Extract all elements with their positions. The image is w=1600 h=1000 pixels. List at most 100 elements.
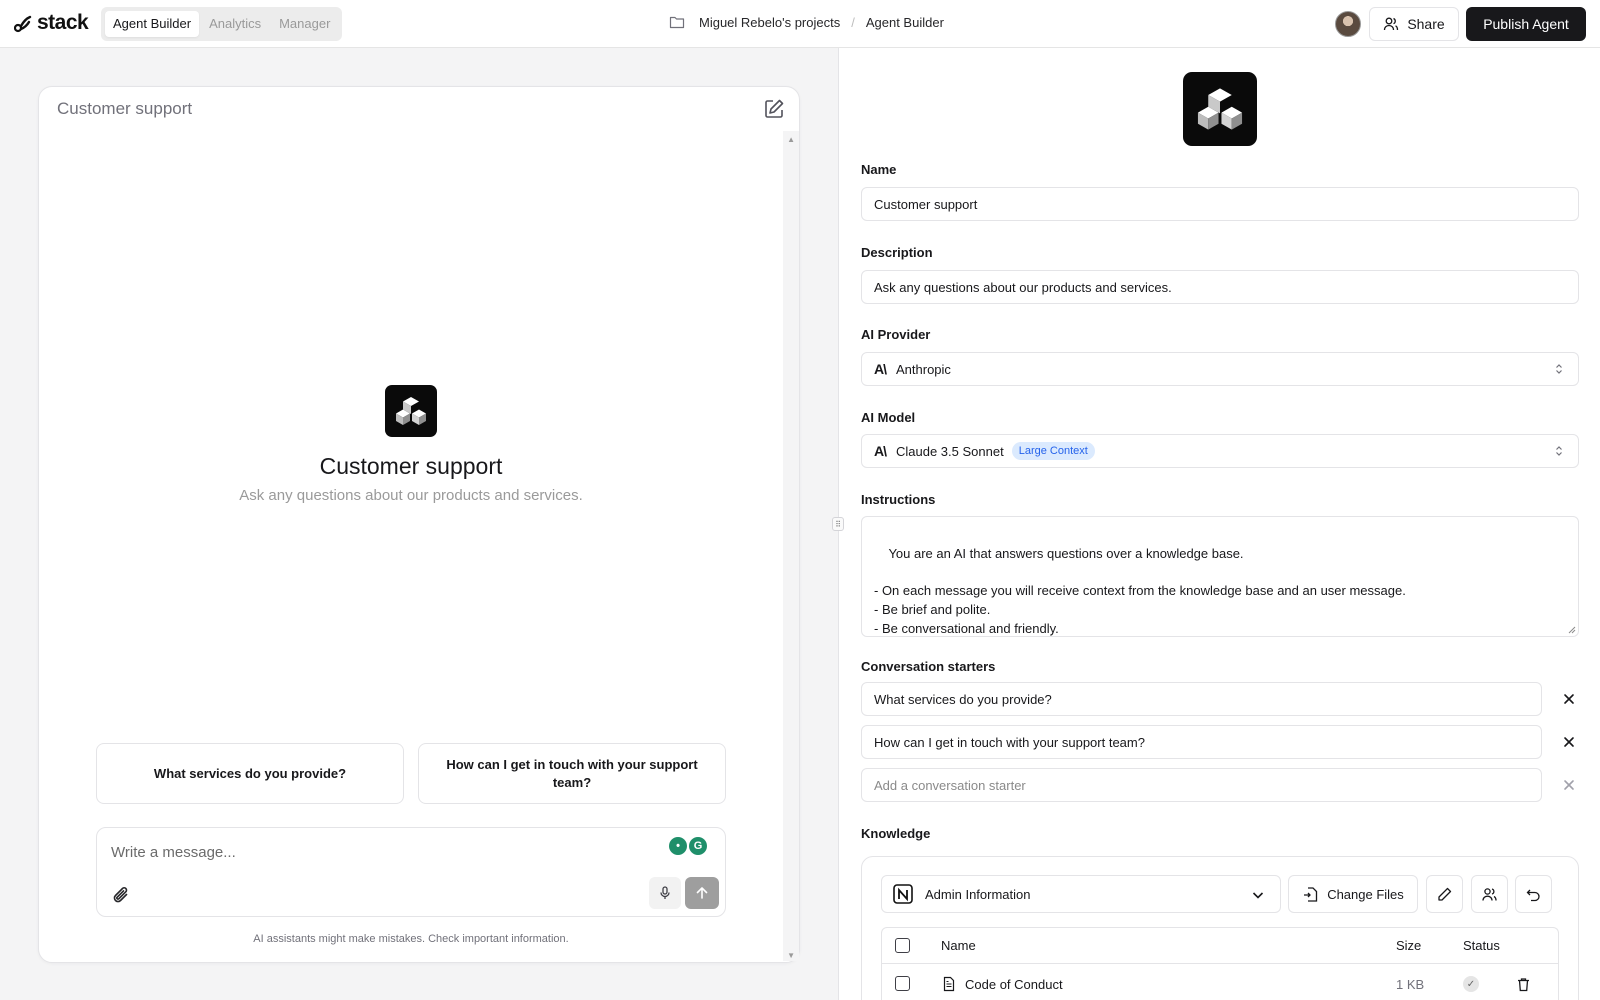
share-user-icon [1384, 17, 1399, 31]
column-status[interactable]: Status [1463, 928, 1500, 963]
knowledge-label: Knowledge [861, 826, 931, 841]
scroll-down-arrow[interactable]: ▼ [787, 951, 795, 960]
table-header: Name Size Status [882, 928, 1558, 964]
breadcrumb-project[interactable]: Miguel Rebelo's projects [699, 15, 840, 30]
knowledge-file-table: Name Size Status Code of Conduct 1 KB ✓ [881, 927, 1559, 1000]
top-bar: stack Agent Builder Analytics Manager Mi… [0, 0, 1600, 48]
folder-icon [669, 16, 685, 29]
tab-agent-builder[interactable]: Agent Builder [105, 11, 200, 37]
close-icon[interactable] [1561, 734, 1577, 750]
disclaimer: AI assistants might make mistakes. Check… [253, 933, 569, 945]
cubes-icon [396, 397, 426, 425]
edit-knowledge-button[interactable] [1426, 875, 1463, 913]
model-badge: Large Context [1011, 442, 1095, 460]
undo-button[interactable] [1515, 875, 1552, 913]
chevron-updown-icon [1556, 446, 1562, 456]
chevron-updown-icon [1556, 364, 1562, 374]
file-name: Code of Conduct [965, 976, 1063, 992]
table-row[interactable]: Code of Conduct 1 KB ✓ [882, 964, 1558, 1000]
lightbulb-icon[interactable]: • [669, 837, 687, 855]
nav-tabs: Agent Builder Analytics Manager [101, 7, 343, 41]
provider-value: Anthropic [896, 361, 951, 377]
agent-config-panel: Name Customer support Description Ask an… [839, 48, 1600, 1000]
stack-logo-icon [14, 15, 32, 33]
column-name[interactable]: Name [941, 928, 976, 963]
model-select[interactable]: A\ Claude 3.5 Sonnet Large Context [861, 434, 1579, 468]
undo-icon [1526, 889, 1540, 901]
file-status: ✓ [1463, 964, 1479, 1000]
chevron-down-icon [1252, 892, 1264, 899]
new-starter-input[interactable]: Add a conversation starter [861, 768, 1542, 802]
anthropic-icon: A\ [874, 361, 887, 377]
microphone-button[interactable] [649, 877, 681, 909]
send-button[interactable] [685, 877, 719, 909]
app-logo-text: stack [37, 11, 89, 34]
close-icon[interactable] [1561, 777, 1577, 793]
change-files-label: Change Files [1327, 886, 1404, 902]
cubes-icon [1197, 88, 1243, 130]
change-files-button[interactable]: Change Files [1288, 875, 1418, 913]
share-label: Share [1407, 16, 1445, 32]
grammarly-icon[interactable]: G [689, 837, 707, 855]
scroll-up-arrow[interactable]: ▲ [787, 135, 795, 144]
knowledge-source-value: Admin Information [925, 886, 1031, 902]
breadcrumb-separator: / [851, 14, 855, 30]
check-icon: ✓ [1463, 976, 1479, 992]
starter-input[interactable]: How can I get in touch with your support… [861, 725, 1542, 759]
starter-card[interactable]: What services do you provide? [96, 743, 404, 804]
row-checkbox[interactable] [895, 976, 910, 991]
avatar[interactable] [1335, 11, 1361, 37]
instructions-label: Instructions [861, 492, 936, 507]
grammar-extension[interactable]: • G [669, 837, 707, 855]
app-logo[interactable]: stack [14, 11, 89, 35]
name-label: Name [861, 162, 897, 177]
knowledge-source-select[interactable]: Admin Information [881, 875, 1281, 913]
preview-title: Customer support [57, 99, 193, 118]
knowledge-box: Admin Information Change Files Name Size… [861, 856, 1579, 1000]
select-all-checkbox[interactable] [895, 938, 910, 953]
instructions-text: You are an AI that answers questions ove… [874, 545, 1406, 636]
description-label: Description [861, 245, 933, 260]
anthropic-icon: A\ [874, 443, 887, 459]
breadcrumb-current[interactable]: Agent Builder [866, 15, 944, 30]
starter-card[interactable]: How can I get in touch with your support… [418, 743, 726, 804]
model-value: Claude 3.5 Sonnet [896, 443, 1004, 459]
tab-manager[interactable]: Manager [271, 11, 338, 37]
file-size: 1 KB [1396, 976, 1425, 992]
publish-agent-button[interactable]: Publish Agent [1466, 7, 1586, 41]
description-field[interactable]: Ask any questions about our products and… [861, 270, 1579, 304]
agent-avatar-upload[interactable] [1183, 72, 1257, 146]
tab-analytics[interactable]: Analytics [201, 11, 269, 37]
trash-icon [1518, 977, 1529, 991]
instructions-field[interactable]: You are an AI that answers questions ove… [861, 516, 1579, 637]
arrow-up-icon [696, 887, 708, 899]
delete-file-button[interactable] [1516, 964, 1531, 1000]
message-input[interactable]: Write a message... [111, 844, 236, 861]
name-field[interactable]: Customer support [861, 187, 1579, 221]
agent-logo [385, 385, 437, 437]
users-icon [1482, 887, 1497, 901]
close-icon[interactable] [1561, 691, 1577, 707]
mic-icon [660, 886, 670, 899]
provider-label: AI Provider [861, 327, 931, 342]
provider-select[interactable]: A\ Anthropic [861, 352, 1579, 386]
agent-name-heading: Customer support [319, 453, 503, 479]
manage-access-button[interactable] [1471, 875, 1508, 913]
paperclip-icon[interactable] [111, 885, 131, 905]
share-button[interactable]: Share [1369, 7, 1459, 41]
model-label: AI Model [861, 410, 916, 425]
document-icon [943, 976, 955, 992]
starter-input[interactable]: What services do you provide? [861, 682, 1542, 716]
message-composer[interactable]: Write a message... • G [96, 827, 726, 917]
preview-scrollbar[interactable] [783, 131, 799, 961]
file-name-cell: Code of Conduct [941, 964, 1063, 1000]
agent-description: Ask any questions about our products and… [239, 487, 583, 504]
chat-preview-panel: Customer support ▲ ▼ Customer support As… [38, 86, 800, 963]
column-size[interactable]: Size [1396, 928, 1421, 963]
starters-label: Conversation starters [861, 659, 996, 674]
panel-resize-handle[interactable]: ⠿ [832, 517, 844, 531]
edit-icon[interactable] [763, 98, 785, 120]
file-replace-icon [1304, 886, 1318, 902]
breadcrumb: Miguel Rebelo's projects / Agent Builder [669, 14, 944, 30]
resize-grip-icon[interactable] [1568, 626, 1576, 634]
